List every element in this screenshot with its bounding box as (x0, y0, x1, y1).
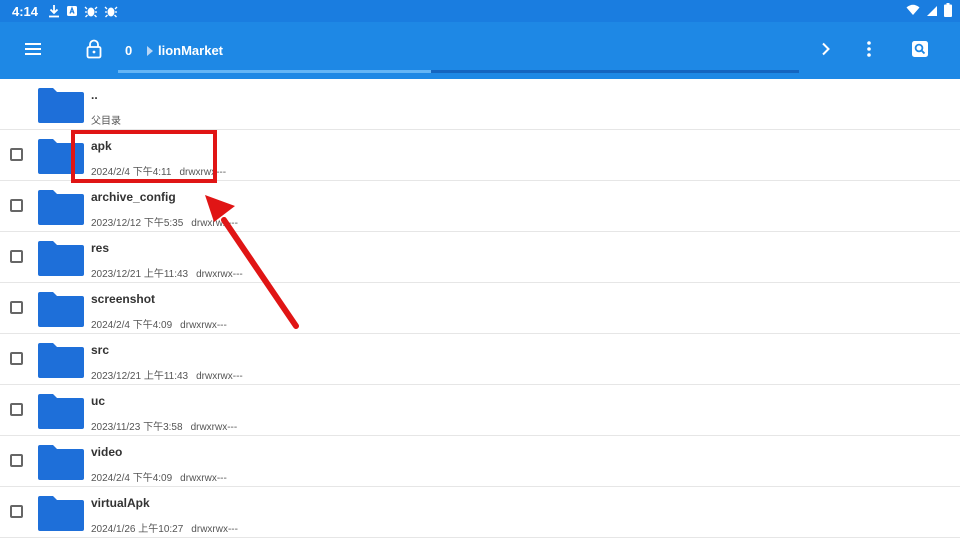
annotation-arrow-icon (205, 195, 299, 329)
